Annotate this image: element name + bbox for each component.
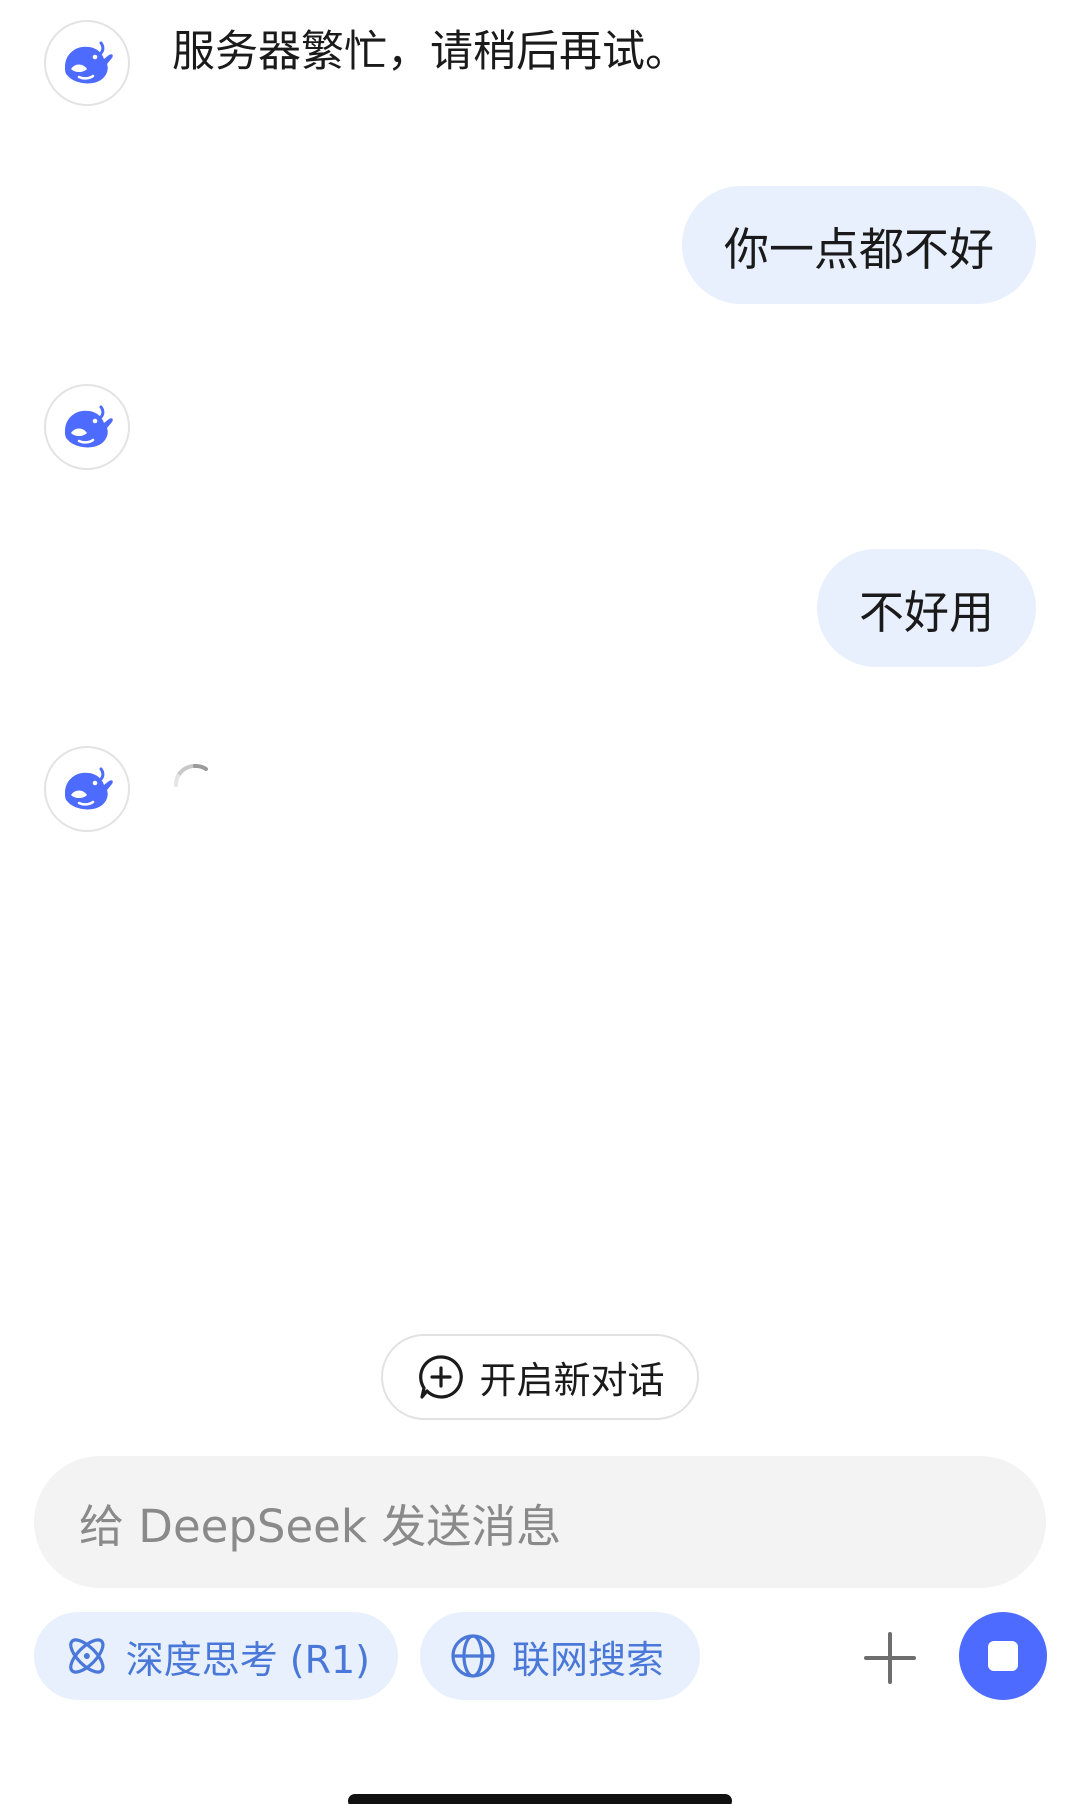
assistant-avatar bbox=[44, 746, 130, 832]
new-chat-button[interactable]: 开启新对话 bbox=[381, 1334, 699, 1420]
atom-icon bbox=[69, 1638, 105, 1674]
new-chat-label: 开启新对话 bbox=[479, 1359, 665, 1402]
deepseek-whale-icon bbox=[57, 397, 117, 457]
plus-icon[interactable] bbox=[862, 1630, 918, 1686]
globe-icon bbox=[451, 1634, 495, 1678]
loading-spinner-icon bbox=[174, 763, 208, 787]
web-search-label: 联网搜索 bbox=[512, 1637, 665, 1682]
message-input-placeholder: 给 DeepSeek 发送消息 bbox=[79, 1499, 562, 1553]
message-input[interactable]: 给 DeepSeek 发送消息 bbox=[34, 1456, 1046, 1588]
deep-think-button[interactable]: 深度思考 (R1) bbox=[34, 1612, 398, 1700]
home-indicator bbox=[348, 1794, 732, 1804]
deepseek-whale-icon bbox=[57, 33, 117, 93]
assistant-avatar bbox=[44, 384, 130, 470]
assistant-avatar bbox=[44, 20, 130, 106]
assistant-message: 服务器繁忙，请稍后再试。 bbox=[172, 27, 688, 77]
web-search-button[interactable]: 联网搜索 bbox=[420, 1612, 700, 1700]
user-message: 不好用 bbox=[816, 549, 1036, 667]
deep-think-label: 深度思考 (R1) bbox=[125, 1637, 370, 1682]
stop-icon bbox=[988, 1641, 1018, 1671]
stop-button[interactable] bbox=[959, 1612, 1047, 1700]
user-message: 你一点都不好 bbox=[681, 186, 1036, 304]
chat-plus-icon bbox=[418, 1355, 463, 1399]
deepseek-whale-icon bbox=[57, 759, 117, 819]
